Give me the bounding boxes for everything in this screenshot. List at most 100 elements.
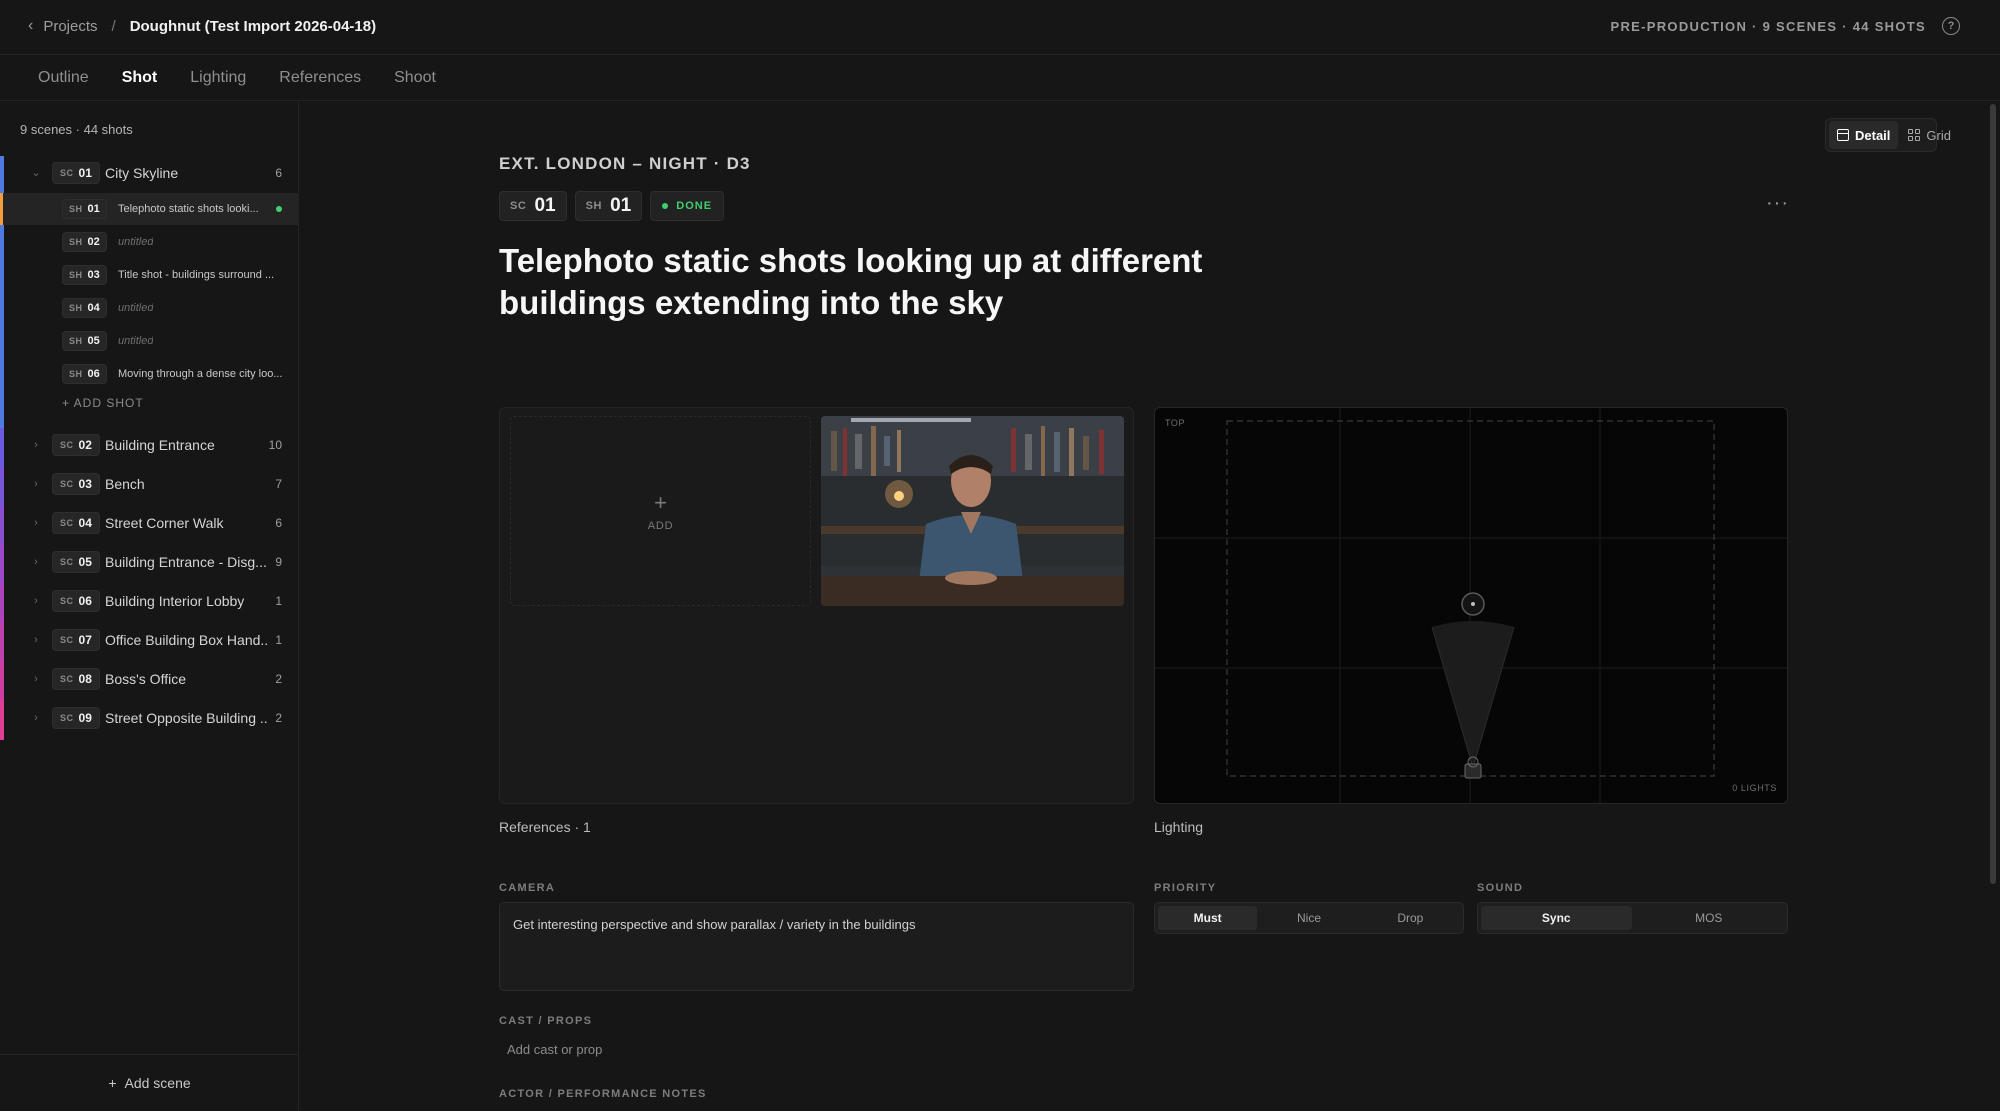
scene-name: Building Entrance - Disg... [105, 553, 267, 570]
chevron-right-icon[interactable]: › [30, 595, 42, 607]
shot-row-04[interactable]: SH 04 untitled [0, 292, 299, 324]
chevron-left-icon[interactable]: ‹ [28, 17, 33, 35]
cast-props-label: CAST / PROPS [499, 1015, 593, 1027]
references-count-label[interactable]: References · 1 [499, 819, 591, 835]
detail-view-icon [1837, 129, 1849, 141]
scene-row-09[interactable]: › SC 09 Street Opposite Building ... 2 [0, 701, 299, 740]
cast-props-input[interactable]: Add cast or prop [507, 1042, 602, 1057]
add-reference-tile[interactable]: + ADD [510, 416, 811, 606]
scene-row-03[interactable]: › SC 03 Bench 7 [0, 467, 299, 506]
references-panel: + ADD [499, 407, 1134, 804]
breadcrumb-projects-link[interactable]: Projects [43, 18, 97, 35]
scene-color-bar [0, 623, 4, 662]
scene-shot-count: 6 [275, 165, 282, 180]
scene-row-01[interactable]: ⌄ SC 01 City Skyline 6 [0, 156, 299, 446]
scene-color-bar [0, 506, 4, 545]
scene-badge-number: 01 [534, 195, 556, 216]
shot-badge-prefix: SH [585, 200, 603, 212]
scene-shot-count: 9 [275, 554, 282, 569]
tab-outline[interactable]: Outline [38, 69, 89, 87]
chevron-right-icon[interactable]: › [30, 673, 42, 685]
scene-number: 04 [78, 515, 92, 530]
chevron-right-icon[interactable]: › [30, 634, 42, 646]
scene-number: 03 [78, 476, 92, 491]
lighting-diagram[interactable]: TOP 0 LIGHTS [1154, 407, 1788, 804]
scene-prefix: SC [60, 673, 74, 684]
sound-mos-option[interactable]: MOS [1634, 906, 1785, 930]
lighting-count-label: 0 LIGHTS [1732, 783, 1777, 793]
scene-row-06[interactable]: › SC 06 Building Interior Lobby 1 [0, 584, 299, 623]
tab-references[interactable]: References [279, 69, 361, 87]
help-icon[interactable]: ? [1942, 17, 1960, 35]
scene-number: 08 [78, 671, 92, 686]
lighting-label[interactable]: Lighting [1154, 819, 1203, 835]
chevron-down-icon[interactable]: ⌄ [30, 166, 42, 179]
shot-title: untitled [118, 236, 154, 248]
shot-row-03[interactable]: SH 03 Title shot - buildings surround ..… [0, 259, 299, 291]
scene-row-05[interactable]: › SC 05 Building Entrance - Disg... 9 [0, 545, 299, 584]
tab-shot[interactable]: Shot [122, 69, 158, 87]
shot-prefix: SH [69, 303, 83, 313]
shot-number-pill: SH 01 [62, 199, 107, 219]
camera-label: CAMERA [499, 882, 556, 894]
priority-must-option[interactable]: Must [1158, 906, 1258, 930]
plus-icon: + [108, 1075, 117, 1091]
status-label: DONE [676, 200, 713, 212]
add-reference-label: ADD [647, 520, 674, 532]
shot-row-01[interactable]: SH 01 Telephoto static shots looki... [0, 193, 299, 225]
scene-name: City Skyline [105, 164, 179, 181]
shot-row-06[interactable]: SH 06 Moving through a dense city loo... [0, 358, 299, 390]
sound-sync-option[interactable]: Sync [1481, 906, 1632, 930]
breadcrumb-project-name: Doughnut (Test Import 2026-04-18) [129, 17, 377, 35]
shot-number-pill: SH 04 [62, 298, 107, 318]
scene-row-07[interactable]: › SC 07 Office Building Box Hand... 1 [0, 623, 299, 662]
grid-view-button[interactable]: Grid [1900, 121, 1959, 149]
tab-shoot[interactable]: Shoot [394, 69, 436, 87]
scene-row-04[interactable]: › SC 04 Street Corner Walk 6 [0, 506, 299, 545]
scene-number: 01 [78, 165, 92, 180]
scene-shot-count: 10 [268, 437, 282, 452]
camera-notes-field[interactable]: Get interesting perspective and show par… [499, 902, 1134, 991]
main-scrollbar[interactable] [1990, 104, 1996, 884]
shot-prefix: SH [69, 369, 83, 379]
shot-row-02[interactable]: SH 02 untitled [0, 226, 299, 258]
priority-label: PRIORITY [1154, 882, 1217, 894]
scene-number-pill: SC 02 [52, 433, 100, 456]
reference-photo [821, 416, 1124, 606]
shot-number-pill: SH 03 [62, 265, 107, 285]
performance-notes-label: ACTOR / PERFORMANCE NOTES [499, 1088, 707, 1100]
priority-nice-option[interactable]: Nice [1259, 906, 1358, 930]
scene-color-bar [0, 584, 4, 623]
shot-badges: SC 01 SH 01 DONE [499, 191, 725, 221]
scene-shot-count: 2 [275, 710, 282, 725]
chevron-right-icon[interactable]: › [30, 517, 42, 529]
add-scene-label: Add scene [124, 1075, 191, 1091]
shot-row-05[interactable]: SH 05 untitled [0, 325, 299, 357]
scene-number-pill: SC 07 [52, 628, 100, 651]
scene-number-pill: SC 06 [52, 589, 100, 612]
detail-view-label: Detail [1855, 127, 1891, 143]
chevron-right-icon[interactable]: › [30, 439, 42, 451]
reference-image[interactable] [821, 416, 1124, 606]
chevron-right-icon[interactable]: › [30, 478, 42, 490]
scene-prefix: SC [60, 712, 74, 723]
add-shot-button[interactable]: + ADD SHOT [62, 396, 144, 410]
scene-number-pill: SC 04 [52, 511, 100, 534]
scene-row-02[interactable]: › SC 02 Building Entrance 10 [0, 428, 299, 467]
shot-title-heading[interactable]: Telephoto static shots looking up at dif… [499, 240, 1299, 324]
scene-number: 05 [78, 554, 92, 569]
detail-view-button[interactable]: Detail [1829, 121, 1899, 149]
scene-color-bar [0, 428, 4, 467]
shot-number-pill: SH 06 [62, 364, 107, 384]
chevron-right-icon[interactable]: › [30, 712, 42, 724]
scene-row-08[interactable]: › SC 08 Boss's Office 2 [0, 662, 299, 701]
more-options-icon[interactable]: ··· [1766, 192, 1789, 215]
project-phase-summary: PRE-PRODUCTION · 9 SCENES · 44 SHOTS [1610, 18, 1926, 34]
tab-lighting[interactable]: Lighting [190, 69, 246, 87]
shot-prefix: SH [69, 204, 83, 214]
chevron-right-icon[interactable]: › [30, 556, 42, 568]
breadcrumb: ‹ Projects / Doughnut (Test Import 2026-… [28, 17, 376, 35]
status-badge[interactable]: DONE [650, 191, 725, 221]
priority-drop-option[interactable]: Drop [1361, 906, 1460, 930]
add-scene-button[interactable]: + Add scene [0, 1054, 299, 1111]
